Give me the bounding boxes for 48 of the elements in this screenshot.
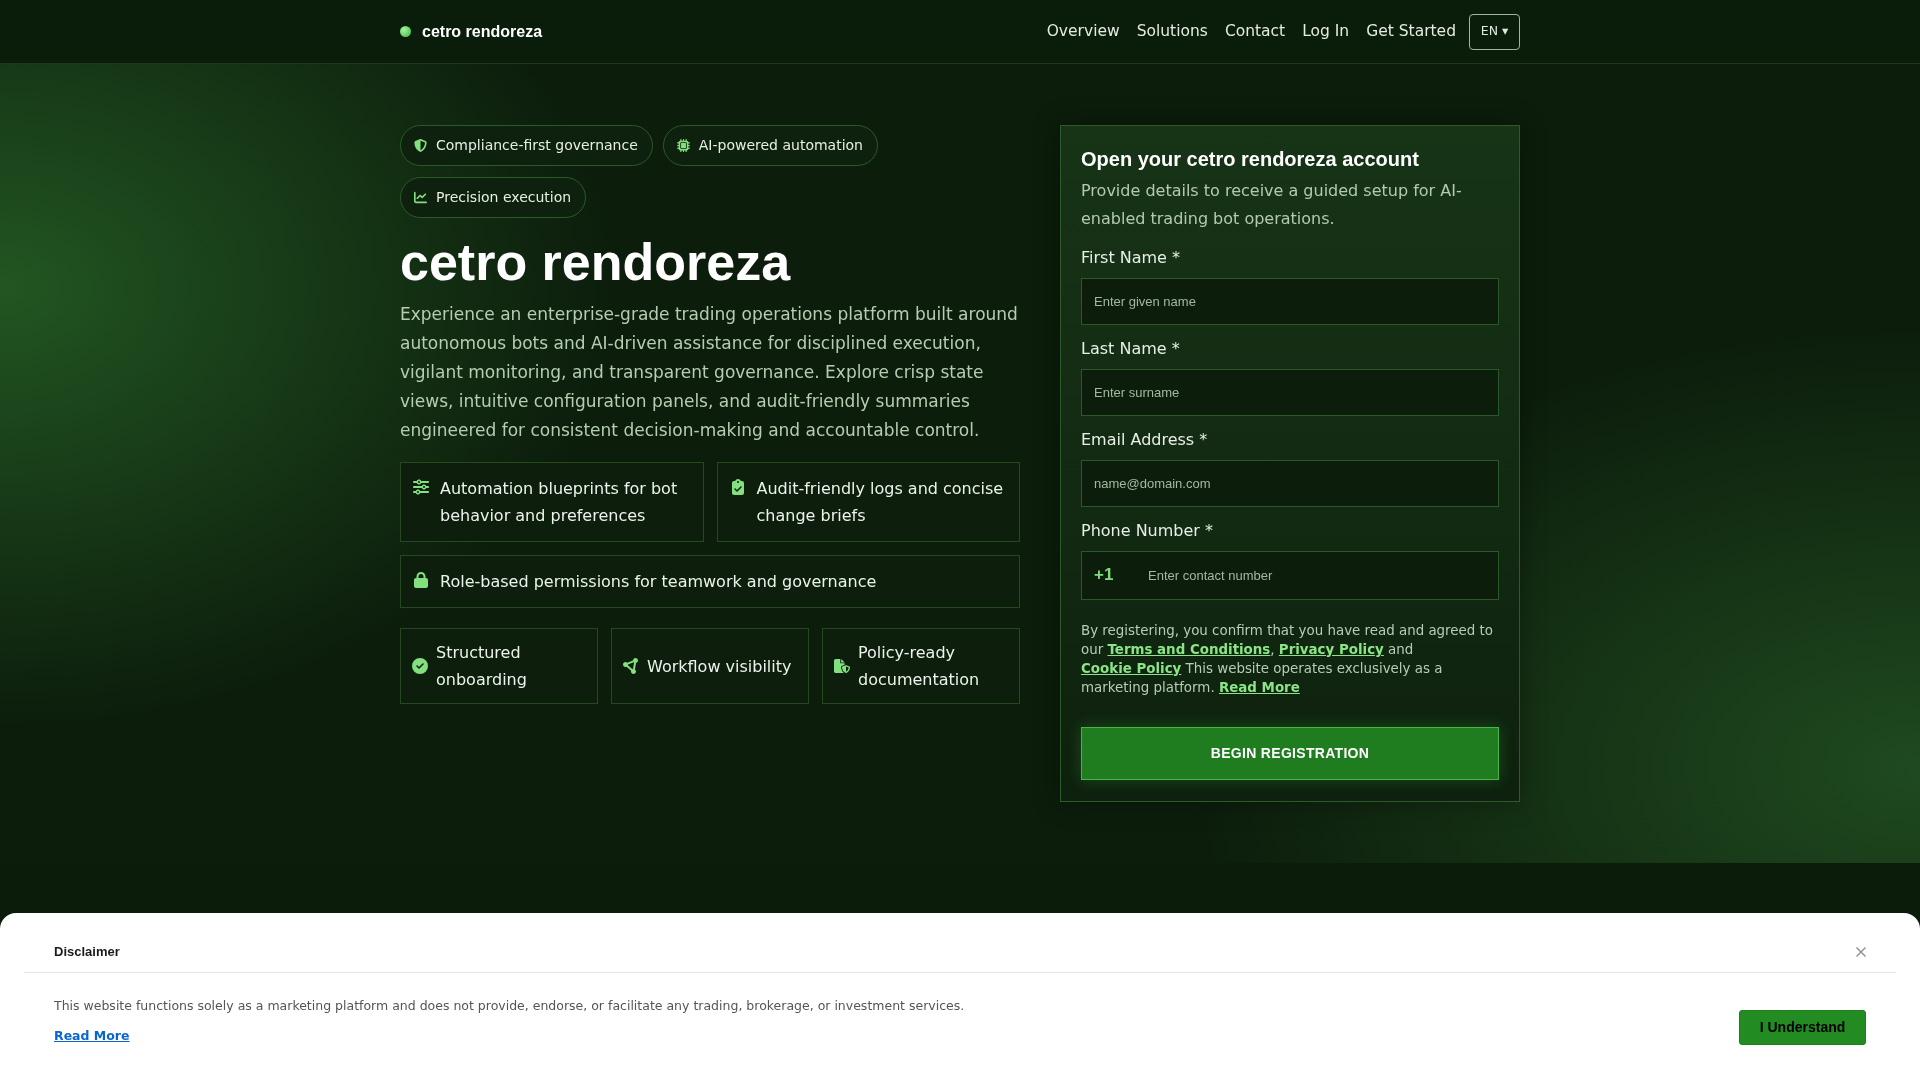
form-title: Open your cetro rendoreza account	[1081, 147, 1420, 172]
consent-text: By registering, you confirm that you have read and agreed to our Terms and Conditions, Privacy Policy and Cookie Policy This website operates exclusively as a marketing platform. Read More	[1081, 622, 1494, 697]
submit-button[interactable]: BEGIN REGISTRATION	[1081, 727, 1499, 780]
nav-link[interactable]: Solutions	[1136, 19, 1208, 44]
field-label: Last Name *	[1081, 338, 1181, 360]
sliders-icon	[413, 479, 429, 495]
feature-text: Automation blueprints for bot behavior and preferences	[440, 478, 679, 527]
highlight-text: Structured onboarding	[436, 642, 528, 691]
chip-icon	[676, 139, 690, 152]
hero-description: Experience an enterprise-grade trading operations platform built around autonomous bots and AI-driven assistance for disciplined execution, vigilant monitoring, and transparent governance. Explore crisp state views, intuitive configuration panels, and audit-friendly summaries engineered for consistent decision-making and accountable control.	[400, 303, 1019, 442]
nav-link[interactable]: Get Started	[1366, 19, 1456, 44]
input-field[interactable]: Enter given name	[1081, 278, 1499, 325]
country-code: +1	[1094, 565, 1114, 585]
input-field[interactable]: Enter surname	[1081, 369, 1499, 416]
feature-text: Audit-friendly logs and concise change briefs	[756, 478, 1005, 527]
close-icon	[1856, 947, 1866, 957]
field-label: Email Address *	[1081, 429, 1209, 451]
field-label: First Name *	[1081, 247, 1182, 269]
tag-label: AI-powered automation	[698, 136, 863, 155]
feature-text: Role-based permissions for teamwork and governance	[440, 571, 877, 593]
highlight-text: Workflow visibility	[647, 655, 792, 678]
language-selector[interactable]: EN ▾	[1469, 13, 1520, 50]
policy-link[interactable]: Terms and Conditions	[1107, 642, 1271, 657]
field-label: Phone Number *	[1081, 520, 1214, 542]
highlight-text: Policy-ready documentation	[858, 642, 981, 691]
nav-link[interactable]: Overview	[1046, 19, 1120, 44]
disclaimer-text: This website functions solely as a marketing platform and does not provide, endorse, or facilitate any trading, brokerage, or investment services.	[54, 997, 965, 1015]
nav-link[interactable]: Log In	[1302, 19, 1350, 44]
tag-label: Precision execution	[436, 188, 572, 207]
file-shield-icon	[834, 658, 850, 674]
policy-link[interactable]: Privacy Policy	[1278, 642, 1384, 657]
policy-link[interactable]: Read More	[1218, 680, 1300, 695]
close-button[interactable]	[1856, 947, 1866, 957]
tag-label: Compliance-first governance	[436, 136, 638, 155]
line-chart-icon	[414, 191, 427, 204]
read-more-link[interactable]: Read More	[54, 1027, 130, 1045]
acknowledge-button[interactable]: I Understand	[1739, 1010, 1866, 1045]
lock-icon	[413, 572, 429, 588]
disclaimer-title: Disclaimer	[54, 943, 120, 961]
form-subtitle: Provide details to receive a guided setup for AI-enabled trading bot operations.	[1081, 180, 1463, 230]
input-field[interactable]: name@domain.com	[1081, 460, 1499, 507]
shield-icon	[414, 139, 427, 152]
policy-link[interactable]: Cookie Policy	[1081, 661, 1182, 676]
clipboard-check-icon	[729, 479, 746, 495]
hero-title: cetro rendoreza	[400, 232, 792, 292]
brand-name: cetro rendoreza	[422, 21, 543, 42]
nodes-icon	[623, 658, 639, 674]
nav-link[interactable]: Contact	[1224, 19, 1286, 44]
